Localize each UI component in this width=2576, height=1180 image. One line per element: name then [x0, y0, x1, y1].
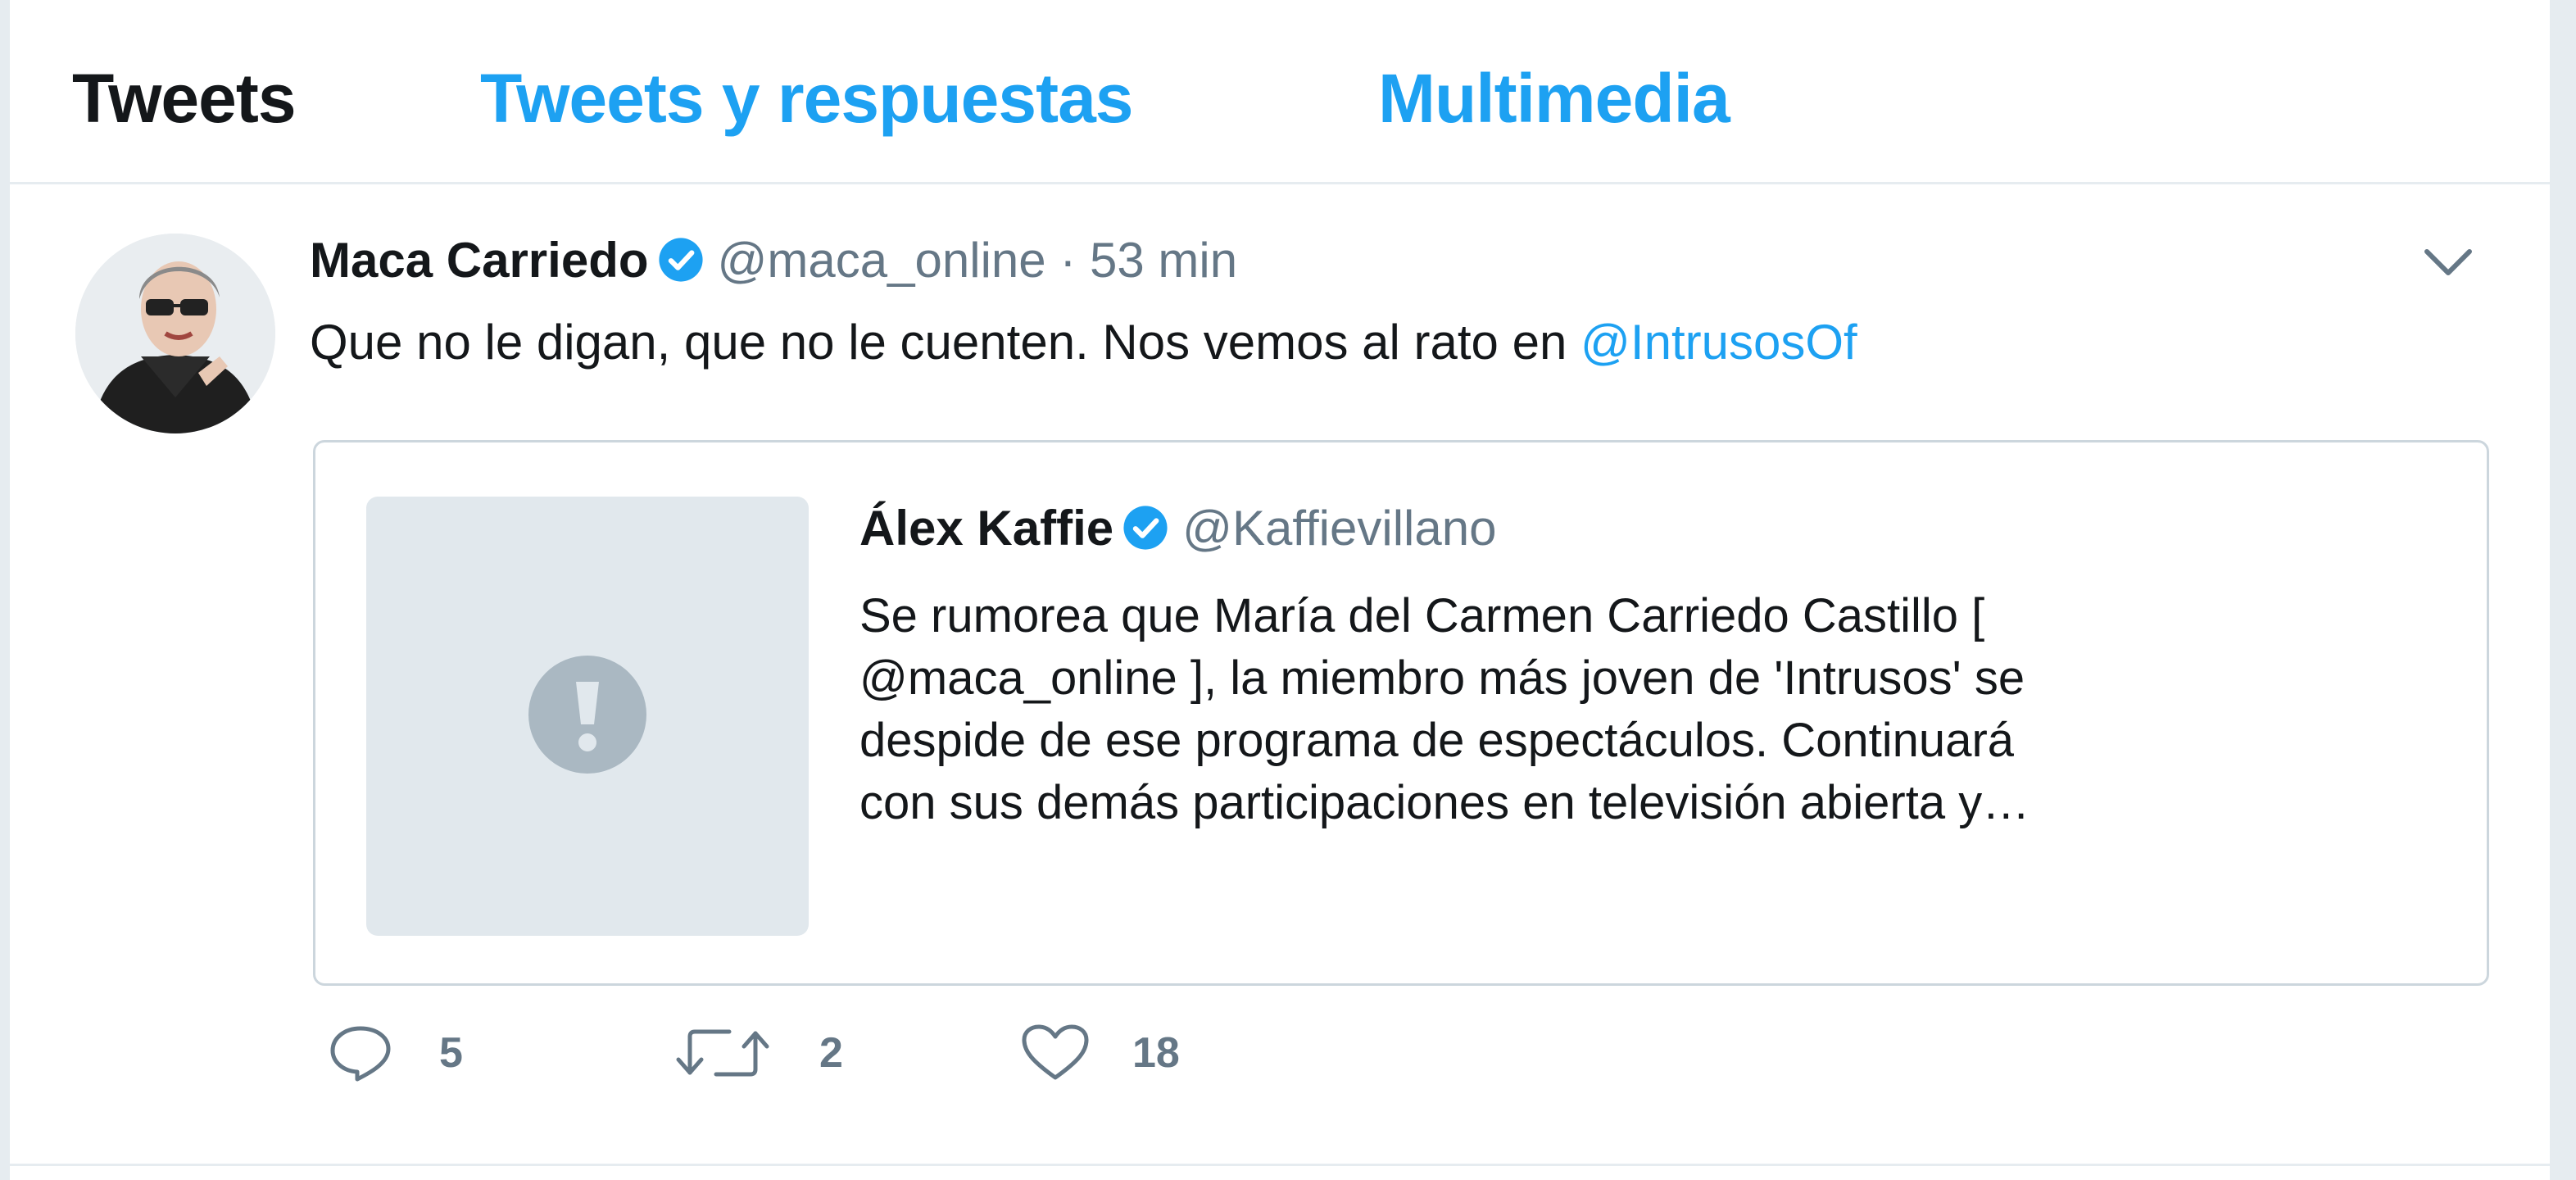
verified-badge-icon	[658, 238, 703, 282]
mention-link[interactable]: @IntrusosOf	[1581, 315, 1857, 370]
reply-button[interactable]: 5	[328, 1012, 508, 1094]
tab-tweets[interactable]: Tweets	[72, 54, 297, 143]
quoted-text-line: @maca_online ], la miembro más joven de …	[859, 651, 2025, 705]
author-handle[interactable]: @maca_online	[718, 233, 1046, 288]
quoted-media-placeholder	[366, 497, 809, 936]
avatar[interactable]	[75, 234, 275, 433]
author-name[interactable]: Maca Carriedo	[310, 233, 649, 288]
like-button[interactable]: 18	[1021, 1012, 1218, 1094]
tab-media[interactable]: Multimedia	[1378, 54, 1730, 143]
retweet-icon	[676, 1029, 769, 1077]
tab-tweets-and-replies[interactable]: Tweets y respuestas	[480, 54, 1134, 143]
avatar-image	[75, 234, 275, 433]
chevron-down-icon[interactable]	[2422, 245, 2474, 281]
quoted-text-line: con sus demás participaciones en televis…	[859, 776, 2030, 829]
quoted-tweet[interactable]: Álex Kaffie @Kaffievillano Se rumorea que…	[313, 440, 2489, 986]
like-count: 18	[1132, 1029, 1180, 1077]
tweet-divider	[10, 1164, 2550, 1166]
quoted-text-line: Se rumorea que María del Carmen Carriedo…	[859, 589, 1985, 642]
separator-dot: ·	[1059, 233, 1077, 288]
reply-count: 5	[439, 1029, 463, 1077]
heart-icon	[1022, 1024, 1089, 1080]
retweet-button[interactable]: 2	[673, 1012, 854, 1094]
quoted-text: Se rumorea que María del Carmen Carriedo…	[859, 585, 2416, 834]
tweet-timestamp[interactable]: 53 min	[1090, 233, 1237, 288]
tweet-header: Maca Carriedo @maca_online · 53 min	[310, 224, 1237, 297]
tweet-text: Que no le digan, que no le cuenten. Nos …	[310, 306, 1857, 379]
tweet[interactable]: Maca Carriedo @maca_online · 53 min Que n…	[10, 184, 2550, 1164]
retweet-count: 2	[819, 1029, 843, 1077]
quoted-author-handle: @Kaffievillano	[1182, 501, 1497, 556]
profile-timeline: Tweets Tweets y respuestas Multimedia Ma…	[10, 0, 2550, 1180]
quoted-author-name: Álex Kaffie	[859, 501, 1114, 556]
page: Tweets Tweets y respuestas Multimedia Ma…	[0, 0, 2576, 1180]
tweet-actions: 5 2 18	[313, 1012, 1296, 1094]
profile-tabs: Tweets Tweets y respuestas Multimedia	[10, 0, 2550, 184]
tweet-text-body: Que no le digan, que no le cuenten. Nos …	[310, 315, 1581, 370]
exclamation-icon	[528, 656, 646, 774]
reply-icon	[330, 1026, 391, 1082]
verified-badge-icon	[1123, 506, 1168, 550]
quoted-text-line: despide de ese programa de espectáculos.…	[859, 714, 2015, 767]
quoted-header: Álex Kaffie @Kaffievillano	[859, 492, 1496, 565]
